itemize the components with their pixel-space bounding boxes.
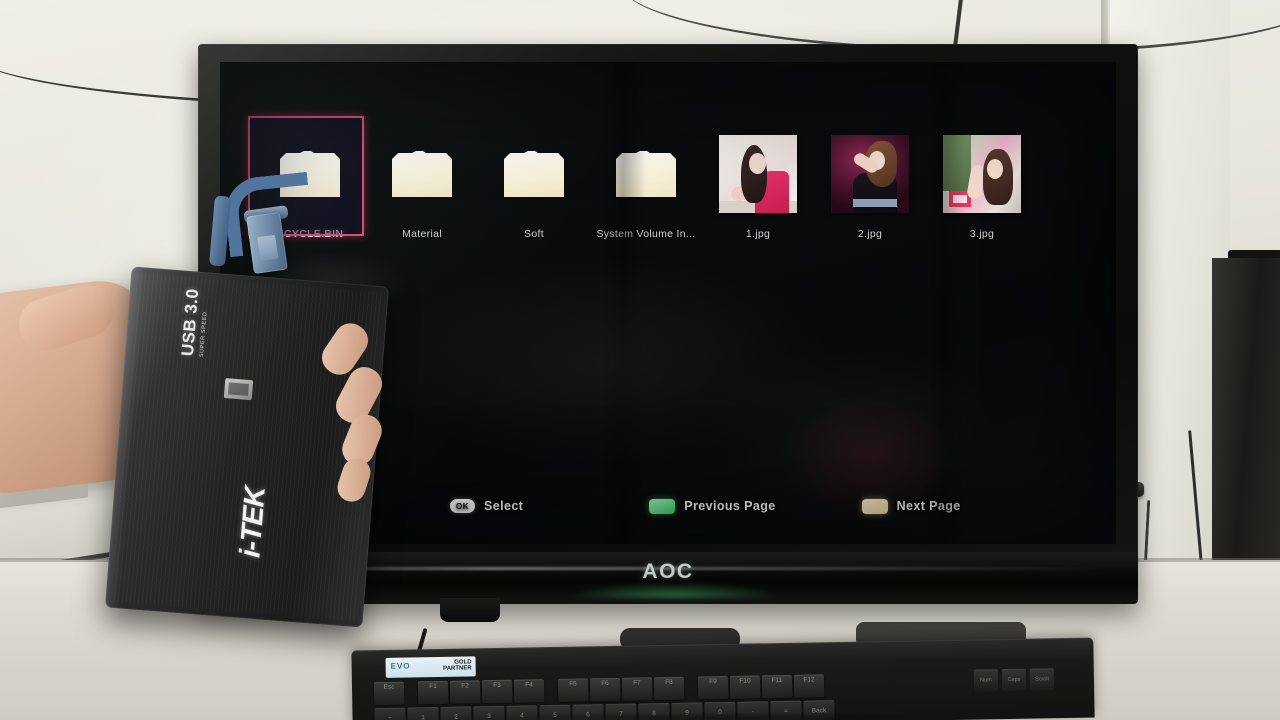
key-f3[interactable]: F3: [481, 679, 513, 704]
ok-button-icon: OK: [450, 499, 475, 513]
file-item-label: Material: [402, 228, 442, 240]
bottom-hint-bar: OK Select Previous Page Next Page: [254, 492, 1084, 520]
key-caps-lock[interactable]: Caps: [1001, 668, 1027, 692]
yellow-button-icon: [861, 498, 888, 514]
key-scroll-lock[interactable]: Scroll: [1029, 668, 1055, 691]
green-button-icon: [649, 498, 676, 514]
icon-container: [814, 128, 926, 220]
keyboard-sticker-text: EVO: [390, 661, 411, 671]
key-f1[interactable]: F1: [417, 680, 449, 705]
hint-select-label: Select: [484, 499, 524, 513]
key-f5[interactable]: F5: [557, 678, 589, 702]
key-f9[interactable]: F9: [697, 675, 729, 700]
key-f11[interactable]: F11: [761, 674, 793, 699]
key-num-lock[interactable]: Num: [973, 669, 999, 692]
file-item-image-1[interactable]: 1.jpg: [702, 128, 814, 268]
folder-icon: [504, 151, 564, 197]
photo-scene: ECYCLE.BIN Material Soft: [0, 0, 1280, 720]
monitor-stand-neck: [440, 598, 500, 622]
icon-container: [366, 128, 478, 220]
file-item-image-3[interactable]: 3.jpg: [926, 128, 1038, 268]
folder-icon: [392, 151, 452, 197]
hint-previous-page[interactable]: Previous Page: [649, 498, 776, 514]
file-item-image-2[interactable]: 2.jpg: [814, 128, 926, 268]
keyboard-sticker: EVO GOLD PARTNER: [385, 656, 476, 678]
keyboard[interactable]: EVO GOLD PARTNER Esc F1 F2 F3 F4 F5 F6 F7…: [351, 637, 1095, 720]
key-f4[interactable]: F4: [513, 679, 545, 703]
hint-select[interactable]: OK Select: [450, 499, 523, 513]
folder-icon: [616, 151, 676, 197]
key-f2[interactable]: F2: [449, 680, 481, 704]
file-item-soft[interactable]: Soft: [478, 128, 590, 268]
icon-container: [702, 128, 814, 220]
file-item-label: 1.jpg: [745, 228, 771, 240]
image-thumbnail-icon: [719, 135, 797, 213]
key-f6[interactable]: F6: [589, 677, 621, 702]
file-item-system-volume[interactable]: System Volume In...: [590, 128, 702, 268]
hint-previous-page-label: Previous Page: [684, 499, 776, 513]
key-f12[interactable]: F12: [793, 674, 825, 698]
file-item-label: System Volume In...: [596, 228, 696, 240]
hint-next-page[interactable]: Next Page: [861, 498, 961, 514]
key-esc[interactable]: Esc: [373, 681, 405, 706]
icon-container: [926, 128, 1038, 220]
file-grid: ECYCLE.BIN Material Soft: [248, 116, 1084, 268]
image-thumbnail-icon: [831, 135, 909, 213]
icon-container: [478, 128, 590, 220]
keyboard-lock-keys: Num Caps Scroll: [973, 668, 1084, 694]
key-f7[interactable]: F7: [621, 677, 653, 701]
keyboard-sticker-badge: GOLD PARTNER: [443, 659, 472, 672]
key-f10[interactable]: F10: [729, 675, 761, 699]
icon-container: [590, 128, 702, 220]
hint-next-page-label: Next Page: [896, 499, 961, 513]
file-item-label: Soft: [524, 228, 544, 240]
file-item-label: 3.jpg: [969, 228, 995, 240]
key-f8[interactable]: F8: [653, 676, 685, 701]
file-item-label: 2.jpg: [857, 228, 883, 240]
keyboard-shadow: [350, 712, 1100, 720]
image-thumbnail-icon: [943, 135, 1021, 213]
file-item-material[interactable]: Material: [366, 128, 478, 268]
